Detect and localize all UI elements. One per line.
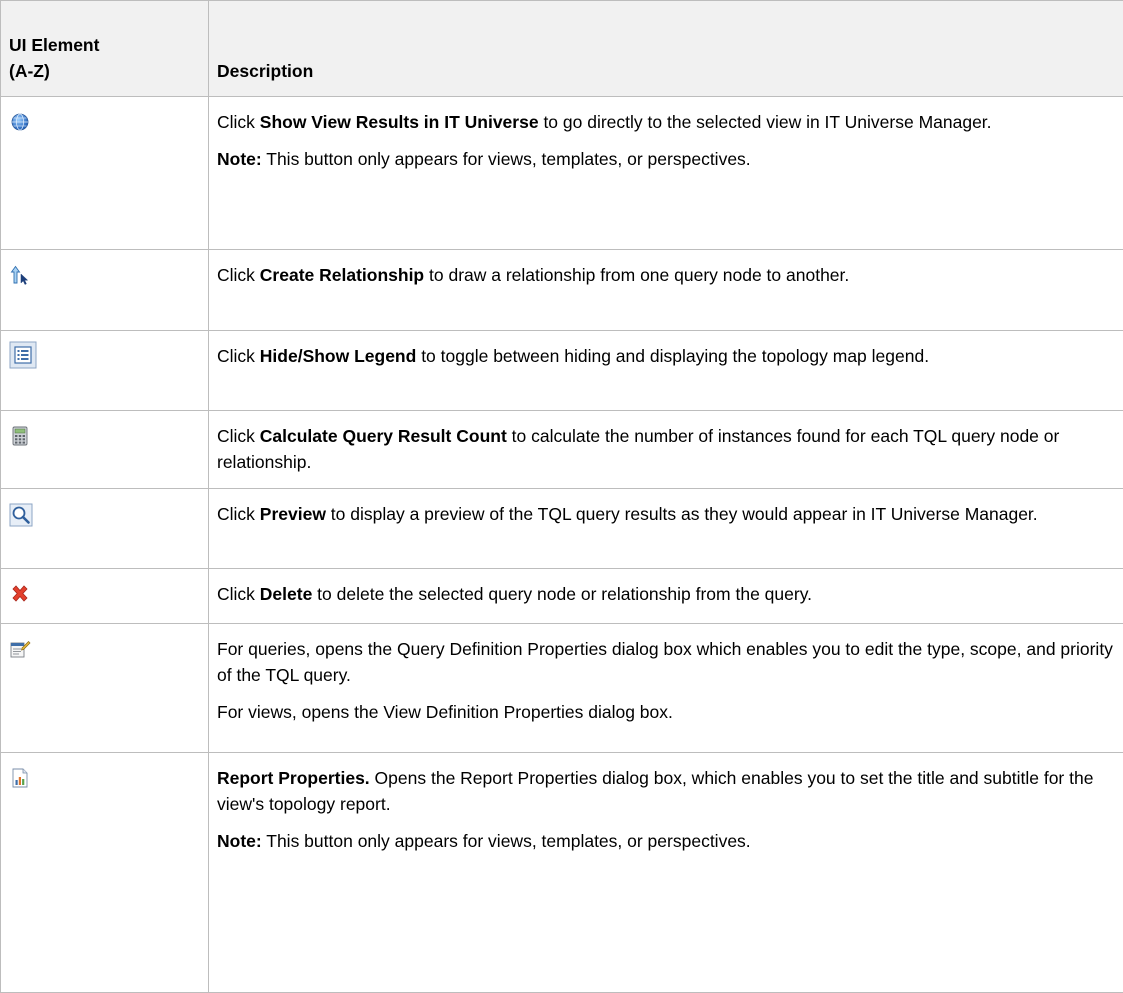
description-cell: Click Hide/Show Legend to toggle between… bbox=[209, 331, 1123, 411]
description-paragraph: Click Create Relationship to draw a rela… bbox=[217, 262, 1123, 288]
table-row: Click Calculate Query Result Count to ca… bbox=[1, 411, 1123, 489]
table-row: Click Hide/Show Legend to toggle between… bbox=[1, 331, 1123, 411]
table-row: Report Properties. Opens the Report Prop… bbox=[1, 753, 1123, 993]
report-chart-icon bbox=[9, 767, 31, 789]
table-header-row: UI Element (A-Z) Description bbox=[1, 1, 1123, 97]
table-row: Click Create Relationship to draw a rela… bbox=[1, 250, 1123, 331]
description-paragraph: Click Hide/Show Legend to toggle between… bbox=[217, 343, 1123, 369]
description-cell: Click Show View Results in IT Universe t… bbox=[209, 97, 1123, 250]
description-paragraph: Click Show View Results in IT Universe t… bbox=[217, 109, 1123, 135]
icon-cell bbox=[1, 489, 209, 569]
description-paragraph: Click Preview to display a preview of th… bbox=[217, 501, 1123, 527]
column-header-description: Description bbox=[209, 1, 1123, 97]
note-paragraph: Note: This button only appears for views… bbox=[217, 146, 1123, 172]
legend-icon bbox=[9, 341, 37, 369]
calculator-icon bbox=[9, 425, 31, 447]
icon-cell bbox=[1, 753, 209, 993]
description-cell: For queries, opens the Query Definition … bbox=[209, 624, 1123, 753]
icon-cell bbox=[1, 569, 209, 624]
description-cell: Click Calculate Query Result Count to ca… bbox=[209, 411, 1123, 489]
properties-icon bbox=[9, 638, 31, 660]
ui-element-table: UI Element (A-Z) Description bbox=[0, 0, 1123, 993]
icon-cell bbox=[1, 97, 209, 250]
icon-cell bbox=[1, 250, 209, 331]
table-row: For queries, opens the Query Definition … bbox=[1, 624, 1123, 753]
description-cell: Click Preview to display a preview of th… bbox=[209, 489, 1123, 569]
description-paragraph: For views, opens the View Definition Pro… bbox=[217, 699, 1123, 725]
create-relationship-icon bbox=[9, 264, 31, 286]
description-cell: Click Create Relationship to draw a rela… bbox=[209, 250, 1123, 331]
description-paragraph: Report Properties. Opens the Report Prop… bbox=[217, 765, 1123, 817]
column-header-ui-element: UI Element (A-Z) bbox=[1, 1, 209, 97]
globe-icon bbox=[9, 111, 31, 133]
icon-cell bbox=[1, 411, 209, 489]
description-paragraph: For queries, opens the Query Definition … bbox=[217, 636, 1123, 688]
description-paragraph: Click Calculate Query Result Count to ca… bbox=[217, 423, 1123, 475]
icon-cell bbox=[1, 624, 209, 753]
table-row: Click Preview to display a preview of th… bbox=[1, 489, 1123, 569]
table-row: Click Delete to delete the selected quer… bbox=[1, 569, 1123, 624]
column-header-line2: (A-Z) bbox=[9, 61, 50, 81]
table-row: Click Show View Results in IT Universe t… bbox=[1, 97, 1123, 250]
delete-x-icon bbox=[9, 583, 31, 605]
description-cell: Click Delete to delete the selected quer… bbox=[209, 569, 1123, 624]
icon-cell bbox=[1, 331, 209, 411]
description-cell: Report Properties. Opens the Report Prop… bbox=[209, 753, 1123, 993]
preview-magnifier-icon bbox=[9, 503, 33, 527]
description-paragraph: Click Delete to delete the selected quer… bbox=[217, 581, 1123, 607]
note-paragraph: Note: This button only appears for views… bbox=[217, 828, 1123, 854]
column-header-line1: UI Element bbox=[9, 35, 99, 55]
